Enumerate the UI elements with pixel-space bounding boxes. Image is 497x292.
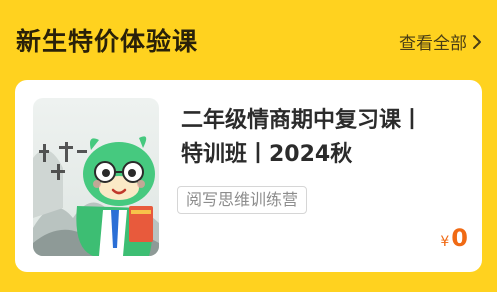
- course-tag: 阅写思维训练营: [177, 186, 308, 214]
- section-header: 新生特价体验课 查看全部: [0, 0, 497, 76]
- course-title-line1: 二年级情商期中复习课丨: [181, 108, 424, 133]
- course-card[interactable]: 二年级情商期中复习课丨 特训班丨2024秋 阅写思维训练营 ¥ 0: [15, 80, 482, 272]
- price: ¥ 0: [440, 224, 468, 252]
- price-value: 0: [451, 224, 468, 252]
- course-thumbnail[interactable]: [33, 98, 159, 256]
- course-title-line2: 特训班丨2024秋: [181, 142, 353, 167]
- section-title: 新生特价体验课: [16, 27, 199, 56]
- view-all-label: 查看全部: [399, 34, 467, 54]
- course-title[interactable]: 二年级情商期中复习课丨 特训班丨2024秋: [181, 104, 466, 172]
- dragon-mascot-illustration: [33, 98, 159, 256]
- currency-symbol: ¥: [440, 234, 450, 250]
- view-all-link[interactable]: 查看全部: [399, 29, 483, 54]
- chevron-right-icon: [473, 34, 481, 49]
